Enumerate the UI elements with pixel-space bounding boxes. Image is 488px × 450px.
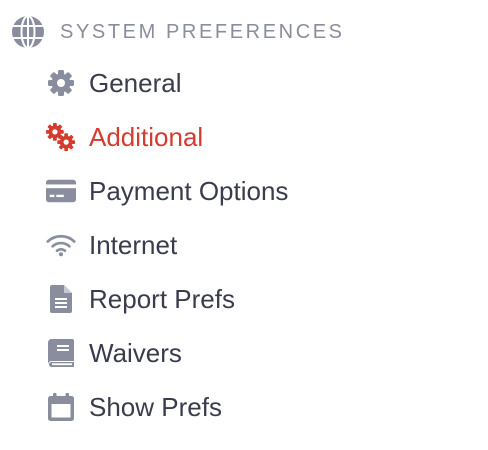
gears-icon [46, 122, 76, 152]
menu-item-report-prefs[interactable]: Report Prefs [46, 272, 288, 326]
system-preferences-sidebar: SYSTEM PREFERENCES General Additional Pa… [0, 0, 488, 450]
menu-item-general[interactable]: General [46, 56, 288, 110]
menu-item-additional[interactable]: Additional [46, 110, 288, 164]
document-icon [46, 284, 76, 314]
menu-item-internet[interactable]: Internet [46, 218, 288, 272]
menu-item-label: Internet [89, 229, 178, 260]
menu-item-show-prefs[interactable]: Show Prefs [46, 380, 288, 434]
menu-item-label: Additional [89, 121, 204, 152]
menu-item-label: Report Prefs [89, 283, 235, 314]
menu-item-label: Payment Options [89, 175, 289, 206]
preferences-menu: General Additional Payment Options Inter… [46, 56, 288, 434]
menu-item-label: Waivers [89, 337, 182, 368]
menu-item-waivers[interactable]: Waivers [46, 326, 288, 380]
credit-card-icon [46, 176, 76, 206]
wifi-icon [46, 230, 76, 260]
book-icon [46, 338, 76, 368]
menu-item-payment-options[interactable]: Payment Options [46, 164, 288, 218]
globe-icon [10, 14, 46, 50]
calendar-icon [46, 392, 76, 422]
section-header: SYSTEM PREFERENCES [10, 14, 345, 50]
menu-item-label: General [89, 67, 182, 98]
menu-item-label: Show Prefs [89, 391, 222, 422]
gear-icon [46, 68, 76, 98]
section-title: SYSTEM PREFERENCES [60, 20, 345, 43]
